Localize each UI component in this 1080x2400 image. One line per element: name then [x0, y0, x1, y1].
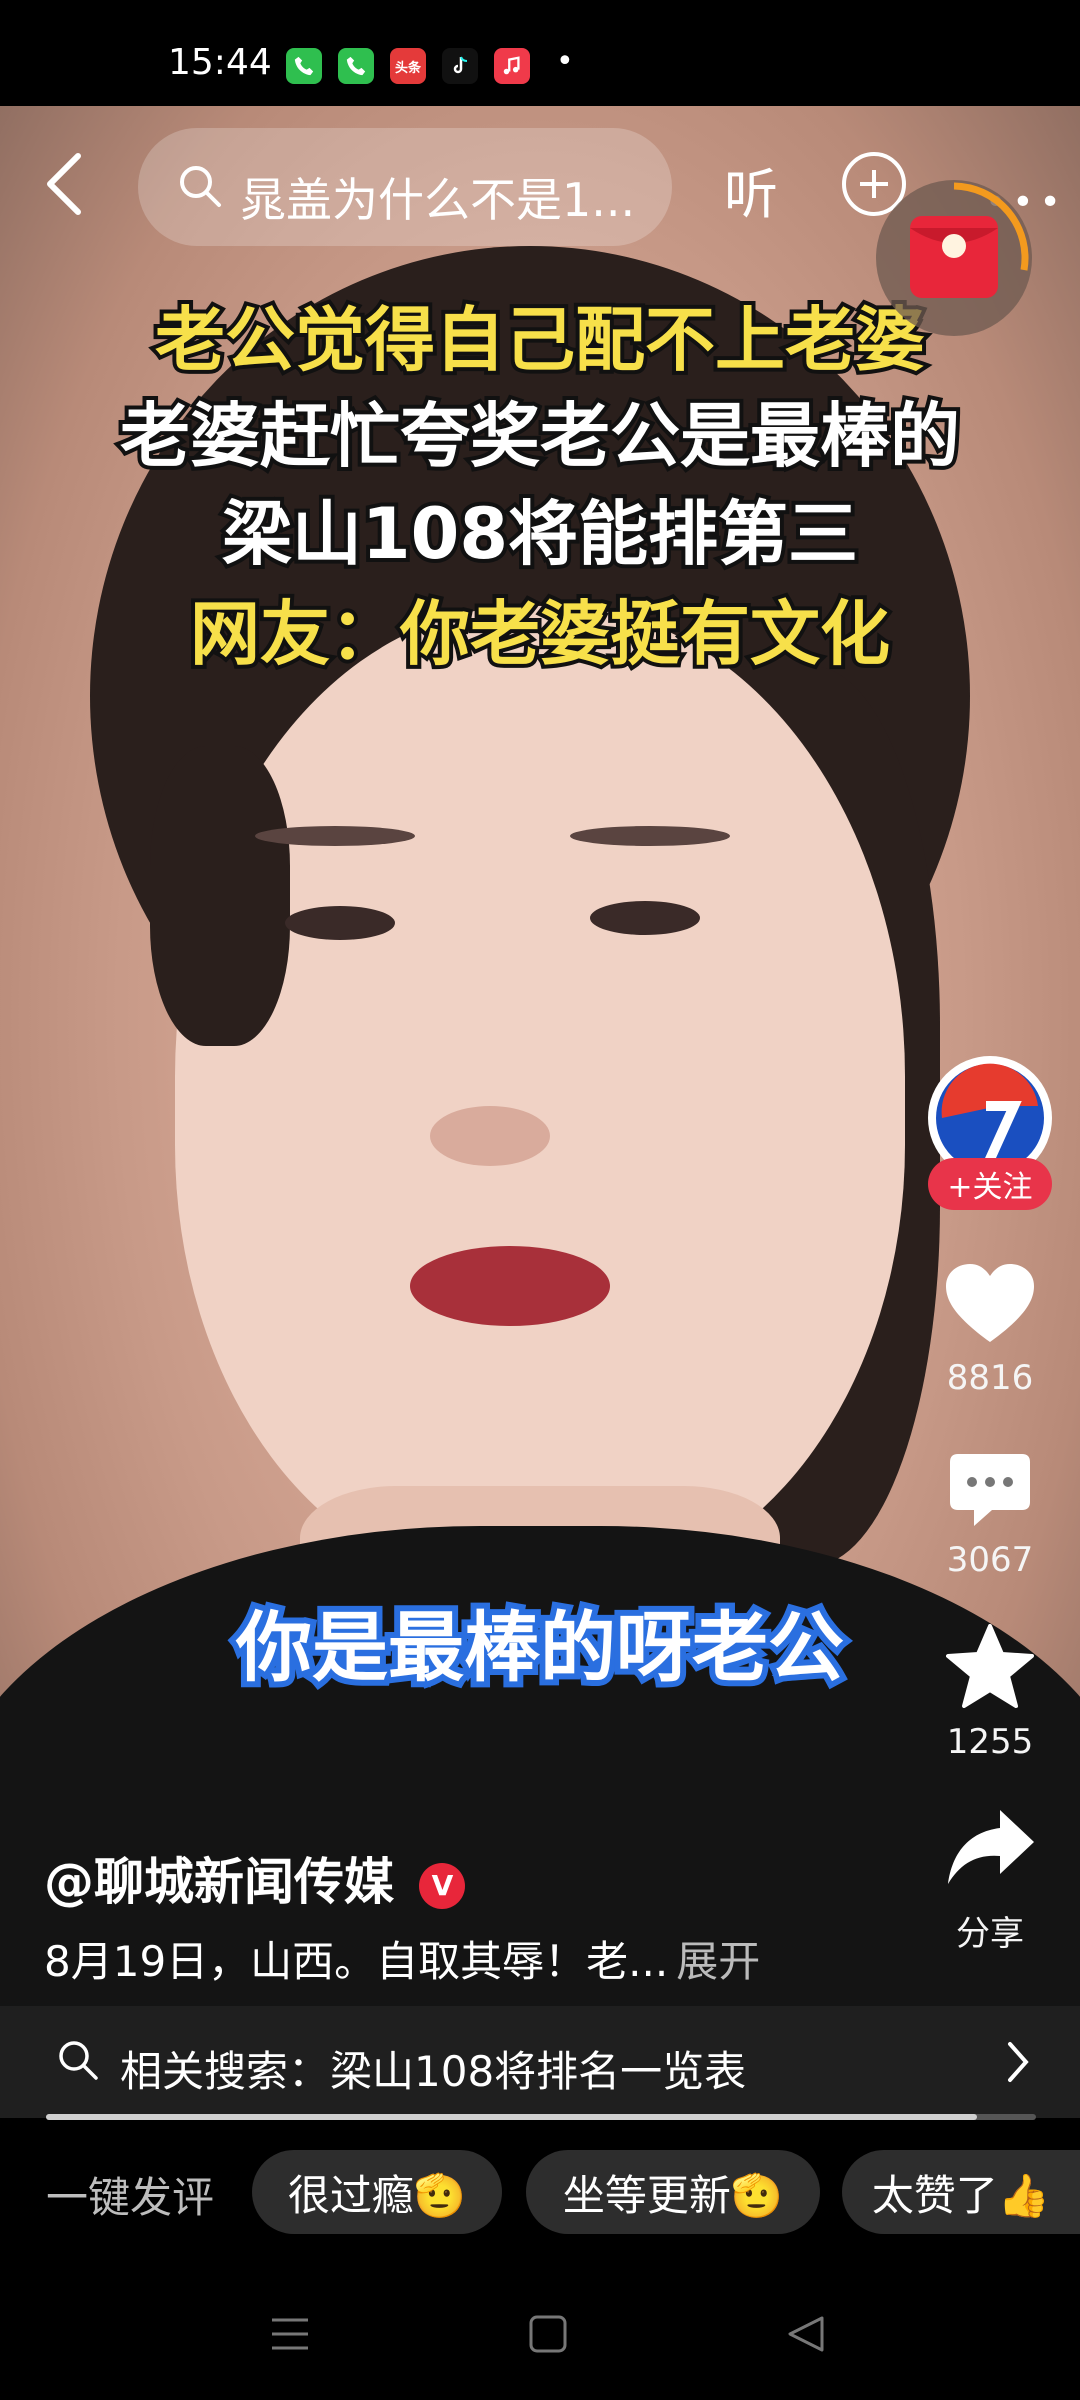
- star-icon: [946, 1624, 1034, 1708]
- video-subtitle: 你是最棒的呀老公: [230, 1597, 850, 1698]
- like-button[interactable]: [944, 1262, 1036, 1350]
- caption-line-4: 网友：你老婆挺有文化: [186, 589, 894, 679]
- author-name: @聊城新闻传媒: [44, 1853, 394, 1911]
- like-count: 8816: [946, 1358, 1034, 1398]
- share-button[interactable]: [946, 1806, 1036, 1892]
- phone-icon: [338, 48, 374, 84]
- status-time: 15:44: [168, 42, 272, 83]
- caption-line-3: 梁山108将能排第三: [218, 489, 862, 579]
- share-icon: [948, 1810, 1034, 1884]
- comment-button[interactable]: [948, 1450, 1032, 1534]
- chevron-right-icon: [1008, 2042, 1029, 2082]
- description-text: 8月19日，山西。自取其辱！老...: [44, 1937, 669, 1986]
- back-nav-button[interactable]: [786, 2314, 826, 2358]
- search-query: 晁盖为什么不是1...: [240, 173, 636, 227]
- author-username[interactable]: @聊城新闻传媒 V: [44, 1842, 466, 1914]
- favorite-count: 1255: [946, 1722, 1034, 1762]
- quick-comment-chip[interactable]: 很过瘾🫡: [252, 2150, 502, 2234]
- red-packet-button[interactable]: [876, 180, 1032, 336]
- comment-count: 3067: [946, 1540, 1034, 1580]
- menu-nav-button[interactable]: [270, 2316, 310, 2356]
- related-search-bar[interactable]: 相关搜索：梁山108将排名一览表: [0, 2006, 1080, 2118]
- back-button[interactable]: [44, 152, 104, 224]
- quick-comment-chip[interactable]: 坐等更新🫡: [526, 2150, 820, 2234]
- home-nav-button[interactable]: [528, 2314, 568, 2358]
- toutiao-icon: 头条: [390, 48, 426, 84]
- quick-comment-label: 一键发评: [46, 2173, 215, 2222]
- red-packet-icon: [910, 182, 1029, 298]
- search-bar[interactable]: 晁盖为什么不是1...: [138, 128, 672, 246]
- phone-icon: [286, 48, 322, 84]
- share-label[interactable]: 分享: [920, 1906, 1060, 1955]
- status-bar: [0, 0, 1080, 106]
- square-icon: [529, 2315, 567, 2353]
- verified-badge: V: [419, 1862, 466, 1909]
- music-icon: [494, 48, 530, 84]
- favorite-button[interactable]: [946, 1624, 1034, 1712]
- expand-link[interactable]: 展开: [676, 1937, 760, 1986]
- listen-button[interactable]: 听: [724, 150, 778, 229]
- triangle-back-icon: [788, 2316, 824, 2352]
- search-icon: [180, 166, 221, 207]
- heart-icon: [946, 1264, 1034, 1342]
- menu-icon: [272, 2318, 308, 2350]
- caption-line-2: 老婆赶忙夸奖老公是最棒的: [116, 391, 964, 481]
- comment-icon: [950, 1454, 1030, 1526]
- quick-comment-chip[interactable]: 太赞了👍: [842, 2150, 1080, 2234]
- notification-dot: •: [556, 44, 574, 79]
- video-description[interactable]: 8月19日，山西。自取其辱！老... 展开: [44, 1928, 760, 1989]
- tiktok-icon: [442, 48, 478, 84]
- chevron-left-icon: [47, 153, 81, 215]
- search-icon: [59, 2041, 98, 2080]
- related-search-text: 相关搜索：梁山108将排名一览表: [120, 2047, 747, 2096]
- follow-button[interactable]: +关注: [928, 1158, 1052, 1210]
